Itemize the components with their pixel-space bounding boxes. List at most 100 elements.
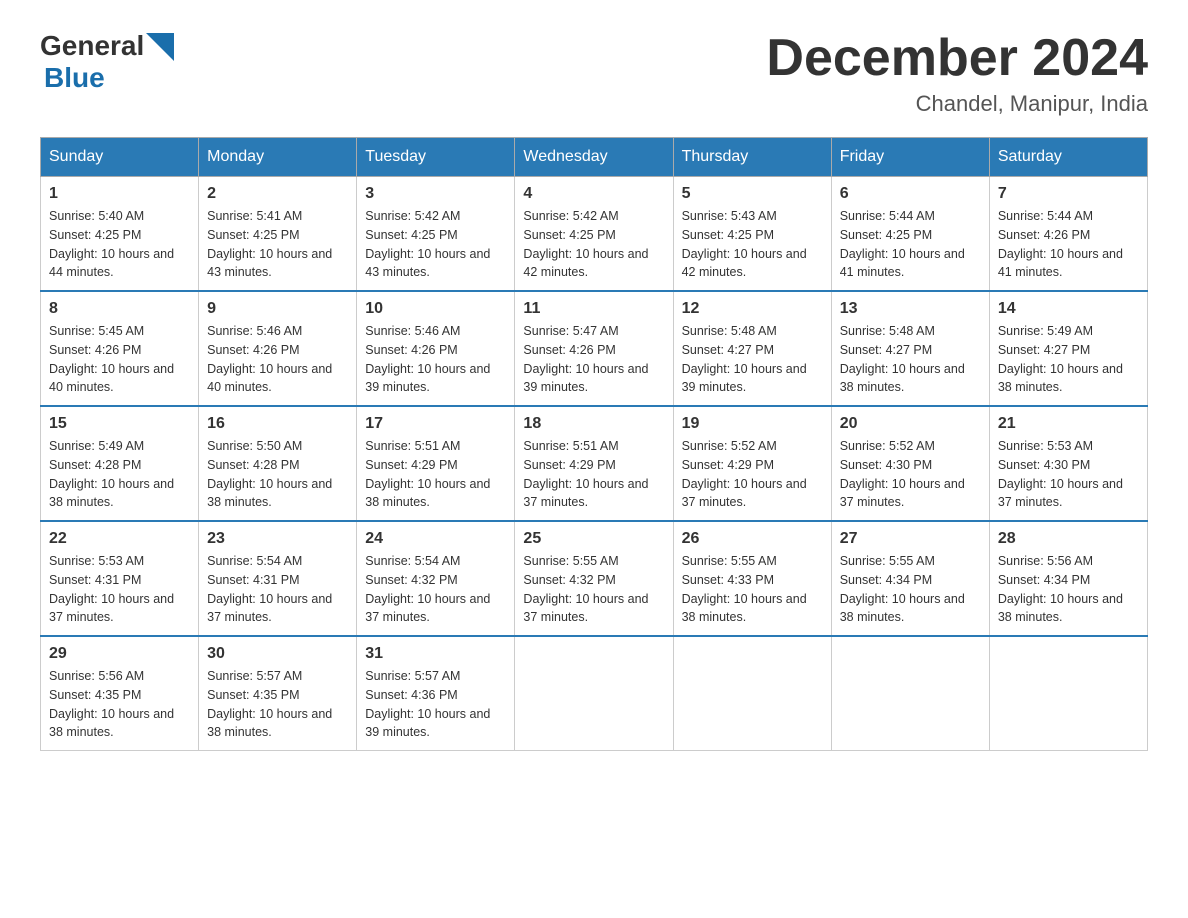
day-number: 7 [998,185,1139,203]
table-row: 28 Sunrise: 5:56 AMSunset: 4:34 PMDaylig… [989,521,1147,636]
header-tuesday: Tuesday [357,138,515,177]
calendar-week-row: 15 Sunrise: 5:49 AMSunset: 4:28 PMDaylig… [41,406,1148,521]
table-row: 1 Sunrise: 5:40 AMSunset: 4:25 PMDayligh… [41,177,199,292]
header-thursday: Thursday [673,138,831,177]
logo-blue-text: Blue [44,62,105,93]
calendar-week-row: 22 Sunrise: 5:53 AMSunset: 4:31 PMDaylig… [41,521,1148,636]
page-header: General Blue December 2024 Chandel, Mani… [40,30,1148,117]
day-info: Sunrise: 5:47 AMSunset: 4:26 PMDaylight:… [523,322,664,397]
table-row [989,636,1147,751]
day-info: Sunrise: 5:54 AMSunset: 4:31 PMDaylight:… [207,552,348,627]
header-friday: Friday [831,138,989,177]
table-row: 16 Sunrise: 5:50 AMSunset: 4:28 PMDaylig… [199,406,357,521]
day-info: Sunrise: 5:41 AMSunset: 4:25 PMDaylight:… [207,207,348,282]
table-row: 8 Sunrise: 5:45 AMSunset: 4:26 PMDayligh… [41,291,199,406]
header-sunday: Sunday [41,138,199,177]
day-info: Sunrise: 5:50 AMSunset: 4:28 PMDaylight:… [207,437,348,512]
day-info: Sunrise: 5:52 AMSunset: 4:29 PMDaylight:… [682,437,823,512]
day-number: 21 [998,415,1139,433]
day-info: Sunrise: 5:51 AMSunset: 4:29 PMDaylight:… [365,437,506,512]
weekday-header-row: Sunday Monday Tuesday Wednesday Thursday… [41,138,1148,177]
table-row: 5 Sunrise: 5:43 AMSunset: 4:25 PMDayligh… [673,177,831,292]
header-saturday: Saturday [989,138,1147,177]
logo-general-text: General [40,30,144,62]
day-number: 13 [840,300,981,318]
day-number: 15 [49,415,190,433]
table-row: 30 Sunrise: 5:57 AMSunset: 4:35 PMDaylig… [199,636,357,751]
table-row: 17 Sunrise: 5:51 AMSunset: 4:29 PMDaylig… [357,406,515,521]
day-number: 11 [523,300,664,318]
table-row: 29 Sunrise: 5:56 AMSunset: 4:35 PMDaylig… [41,636,199,751]
day-number: 27 [840,530,981,548]
day-info: Sunrise: 5:49 AMSunset: 4:28 PMDaylight:… [49,437,190,512]
day-info: Sunrise: 5:57 AMSunset: 4:36 PMDaylight:… [365,667,506,742]
day-info: Sunrise: 5:52 AMSunset: 4:30 PMDaylight:… [840,437,981,512]
day-info: Sunrise: 5:45 AMSunset: 4:26 PMDaylight:… [49,322,190,397]
day-info: Sunrise: 5:44 AMSunset: 4:26 PMDaylight:… [998,207,1139,282]
calendar-table: Sunday Monday Tuesday Wednesday Thursday… [40,137,1148,751]
day-info: Sunrise: 5:46 AMSunset: 4:26 PMDaylight:… [207,322,348,397]
table-row: 3 Sunrise: 5:42 AMSunset: 4:25 PMDayligh… [357,177,515,292]
day-number: 8 [49,300,190,318]
day-info: Sunrise: 5:51 AMSunset: 4:29 PMDaylight:… [523,437,664,512]
day-info: Sunrise: 5:53 AMSunset: 4:31 PMDaylight:… [49,552,190,627]
table-row: 12 Sunrise: 5:48 AMSunset: 4:27 PMDaylig… [673,291,831,406]
table-row: 19 Sunrise: 5:52 AMSunset: 4:29 PMDaylig… [673,406,831,521]
calendar-week-row: 8 Sunrise: 5:45 AMSunset: 4:26 PMDayligh… [41,291,1148,406]
table-row: 27 Sunrise: 5:55 AMSunset: 4:34 PMDaylig… [831,521,989,636]
table-row: 31 Sunrise: 5:57 AMSunset: 4:36 PMDaylig… [357,636,515,751]
table-row [515,636,673,751]
day-number: 25 [523,530,664,548]
day-number: 20 [840,415,981,433]
day-number: 30 [207,645,348,663]
day-number: 4 [523,185,664,203]
day-info: Sunrise: 5:40 AMSunset: 4:25 PMDaylight:… [49,207,190,282]
day-info: Sunrise: 5:46 AMSunset: 4:26 PMDaylight:… [365,322,506,397]
table-row: 23 Sunrise: 5:54 AMSunset: 4:31 PMDaylig… [199,521,357,636]
day-number: 6 [840,185,981,203]
day-number: 26 [682,530,823,548]
calendar-week-row: 29 Sunrise: 5:56 AMSunset: 4:35 PMDaylig… [41,636,1148,751]
table-row [831,636,989,751]
title-area: December 2024 Chandel, Manipur, India [766,30,1148,117]
day-info: Sunrise: 5:55 AMSunset: 4:33 PMDaylight:… [682,552,823,627]
day-number: 31 [365,645,506,663]
table-row: 13 Sunrise: 5:48 AMSunset: 4:27 PMDaylig… [831,291,989,406]
table-row: 18 Sunrise: 5:51 AMSunset: 4:29 PMDaylig… [515,406,673,521]
table-row: 11 Sunrise: 5:47 AMSunset: 4:26 PMDaylig… [515,291,673,406]
day-number: 16 [207,415,348,433]
table-row: 20 Sunrise: 5:52 AMSunset: 4:30 PMDaylig… [831,406,989,521]
day-number: 24 [365,530,506,548]
day-number: 5 [682,185,823,203]
day-number: 23 [207,530,348,548]
day-number: 3 [365,185,506,203]
table-row: 6 Sunrise: 5:44 AMSunset: 4:25 PMDayligh… [831,177,989,292]
day-info: Sunrise: 5:56 AMSunset: 4:35 PMDaylight:… [49,667,190,742]
table-row: 9 Sunrise: 5:46 AMSunset: 4:26 PMDayligh… [199,291,357,406]
day-info: Sunrise: 5:44 AMSunset: 4:25 PMDaylight:… [840,207,981,282]
day-info: Sunrise: 5:53 AMSunset: 4:30 PMDaylight:… [998,437,1139,512]
table-row: 15 Sunrise: 5:49 AMSunset: 4:28 PMDaylig… [41,406,199,521]
day-number: 2 [207,185,348,203]
day-info: Sunrise: 5:48 AMSunset: 4:27 PMDaylight:… [840,322,981,397]
day-info: Sunrise: 5:54 AMSunset: 4:32 PMDaylight:… [365,552,506,627]
header-wednesday: Wednesday [515,138,673,177]
day-info: Sunrise: 5:57 AMSunset: 4:35 PMDaylight:… [207,667,348,742]
table-row: 22 Sunrise: 5:53 AMSunset: 4:31 PMDaylig… [41,521,199,636]
table-row: 25 Sunrise: 5:55 AMSunset: 4:32 PMDaylig… [515,521,673,636]
day-number: 12 [682,300,823,318]
table-row: 4 Sunrise: 5:42 AMSunset: 4:25 PMDayligh… [515,177,673,292]
day-number: 9 [207,300,348,318]
table-row [673,636,831,751]
day-info: Sunrise: 5:42 AMSunset: 4:25 PMDaylight:… [365,207,506,282]
table-row: 21 Sunrise: 5:53 AMSunset: 4:30 PMDaylig… [989,406,1147,521]
day-number: 19 [682,415,823,433]
day-info: Sunrise: 5:42 AMSunset: 4:25 PMDaylight:… [523,207,664,282]
day-number: 14 [998,300,1139,318]
day-number: 18 [523,415,664,433]
table-row: 26 Sunrise: 5:55 AMSunset: 4:33 PMDaylig… [673,521,831,636]
day-info: Sunrise: 5:55 AMSunset: 4:34 PMDaylight:… [840,552,981,627]
day-number: 17 [365,415,506,433]
table-row: 10 Sunrise: 5:46 AMSunset: 4:26 PMDaylig… [357,291,515,406]
day-number: 28 [998,530,1139,548]
